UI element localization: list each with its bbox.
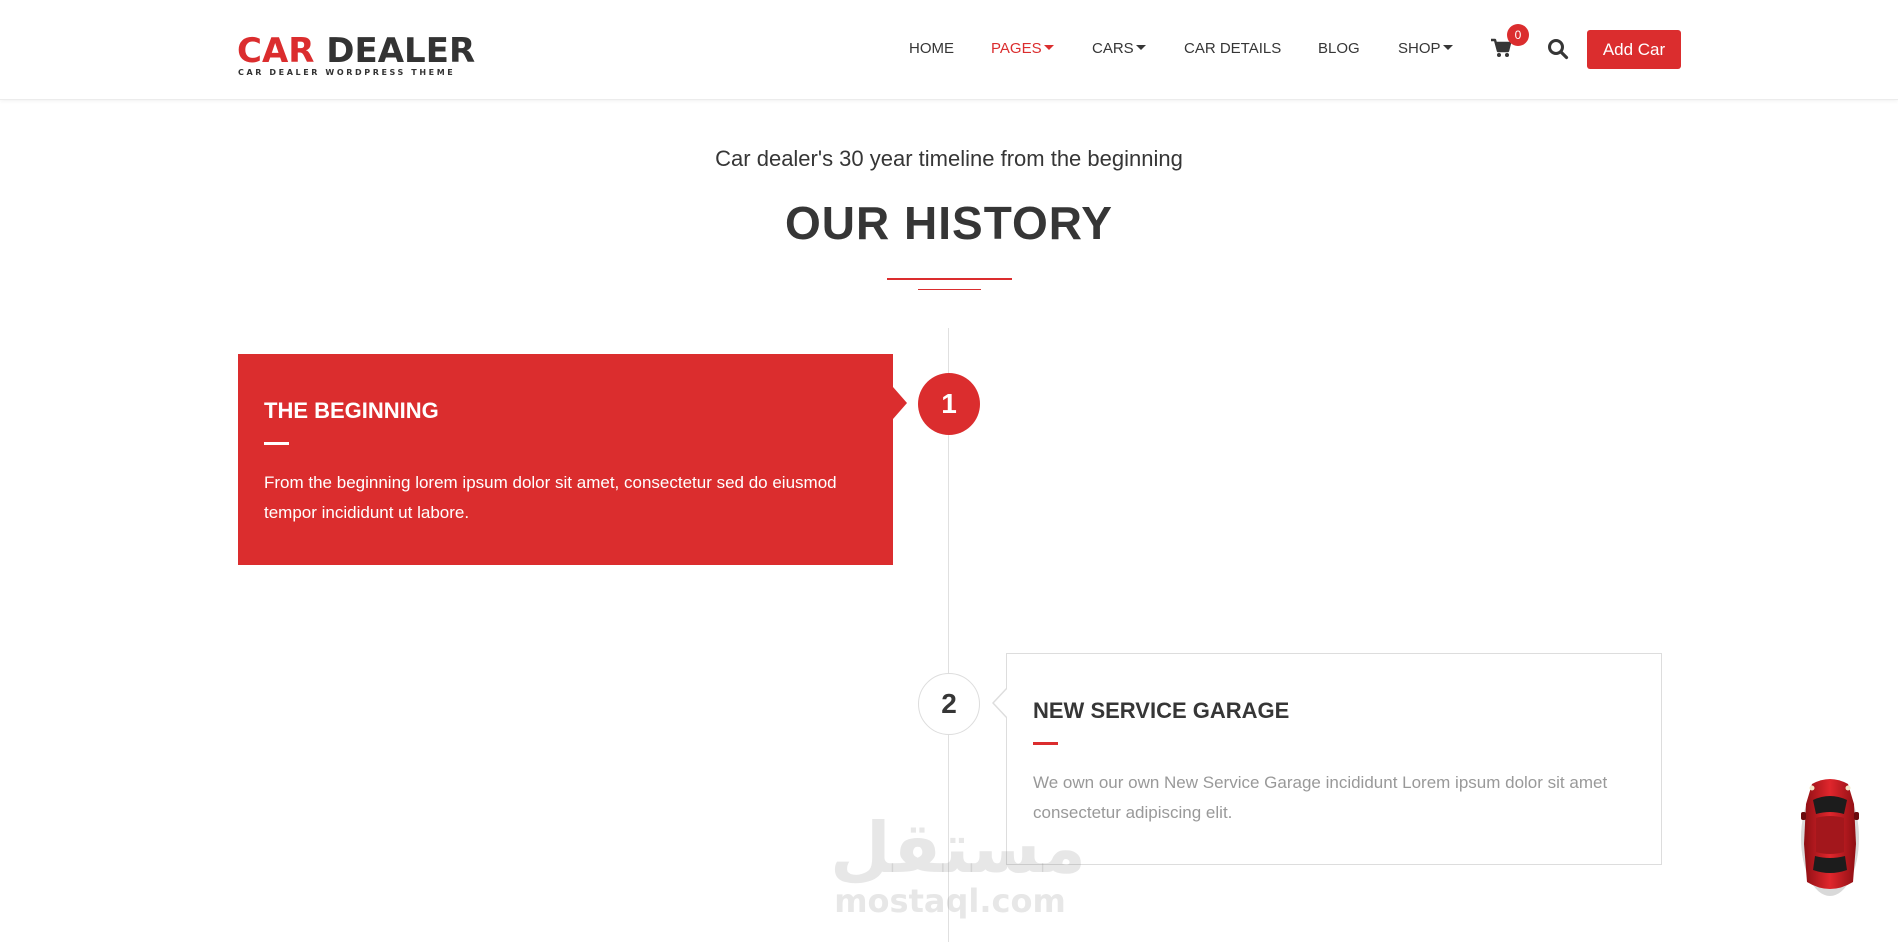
nav-home-label: HOME bbox=[909, 40, 954, 57]
nav-shop[interactable]: SHOP bbox=[1398, 40, 1453, 60]
timeline-card-text: From the beginning lorem ipsum dolor sit… bbox=[264, 473, 837, 522]
chevron-down-icon bbox=[1135, 45, 1146, 50]
section-subtitle: Car dealer's 30 year timeline from the b… bbox=[715, 146, 1183, 171]
chevron-down-icon bbox=[1043, 45, 1054, 50]
timeline-card-title: THE BEGINNING bbox=[264, 398, 439, 423]
logo-text: CAR DEALER bbox=[237, 32, 475, 70]
timeline-marker-2: 2 bbox=[918, 673, 980, 735]
nav-car-details[interactable]: CAR DETAILS bbox=[1184, 40, 1281, 60]
car-top-view-icon[interactable] bbox=[1798, 774, 1862, 898]
logo-text-dark: DEALER bbox=[326, 31, 476, 71]
nav-pages-label: PAGES bbox=[991, 40, 1042, 57]
search-icon[interactable] bbox=[1547, 38, 1569, 60]
watermark-latin: mostaql.com bbox=[834, 882, 1066, 920]
nav-pages[interactable]: PAGES bbox=[991, 40, 1054, 60]
timeline-card-divider bbox=[1033, 742, 1058, 745]
watermark-arabic: مستقل bbox=[830, 807, 1087, 889]
timeline-card-divider bbox=[264, 442, 289, 445]
title-separator bbox=[887, 278, 1012, 280]
logo-text-red: CAR bbox=[237, 31, 315, 71]
title-separator-short bbox=[918, 289, 981, 290]
timeline-card-text: We own our own New Service Garage incidi… bbox=[1033, 773, 1608, 822]
nav-blog-label: BLOG bbox=[1318, 40, 1360, 57]
nav-car-details-label: CAR DETAILS bbox=[1184, 40, 1282, 57]
chevron-down-icon bbox=[1442, 45, 1453, 50]
cart-count-badge: 0 bbox=[1507, 24, 1529, 46]
logo[interactable]: CAR DEALER CAR DEALER WORDPRESS THEME bbox=[237, 32, 475, 80]
timeline-card-2: NEW SERVICE GARAGE We own our own New Se… bbox=[992, 653, 1662, 865]
nav-blog[interactable]: BLOG bbox=[1318, 40, 1360, 60]
add-car-button[interactable]: Add Car bbox=[1587, 30, 1681, 69]
timeline-marker-1: 1 bbox=[918, 373, 980, 435]
site-header: CAR DEALER CAR DEALER WORDPRESS THEME HO… bbox=[0, 0, 1898, 100]
section-title: OUR HISTORY bbox=[785, 197, 1113, 249]
nav-shop-label: SHOP bbox=[1398, 40, 1441, 57]
nav-cars-label: CARS bbox=[1092, 40, 1134, 57]
nav-home[interactable]: HOME bbox=[909, 40, 954, 60]
nav-cars[interactable]: CARS bbox=[1092, 40, 1146, 60]
timeline-card-1: THE BEGINNING From the beginning lorem i… bbox=[238, 354, 907, 565]
logo-tagline: CAR DEALER WORDPRESS THEME bbox=[238, 68, 456, 77]
timeline-card-title: NEW SERVICE GARAGE bbox=[1033, 698, 1290, 723]
